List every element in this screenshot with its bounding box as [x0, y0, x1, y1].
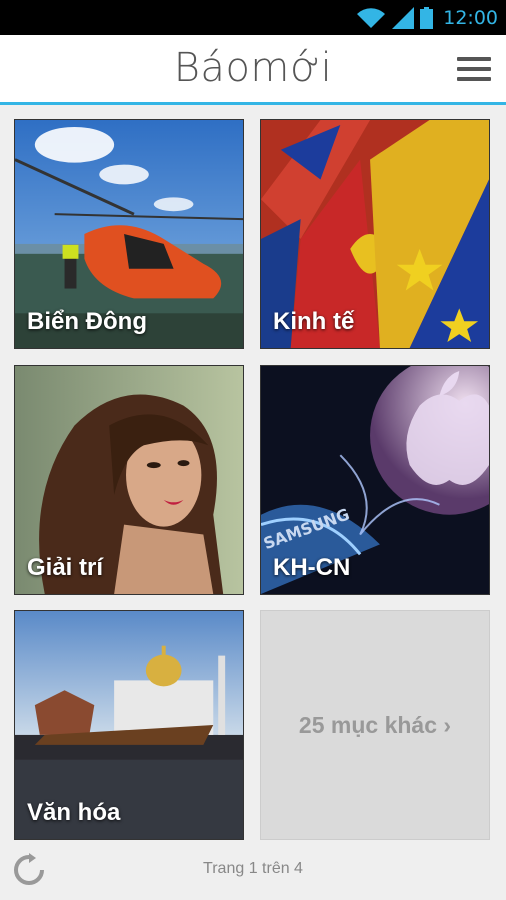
battery-icon [420, 6, 434, 29]
tile-label: Kinh tế [273, 308, 355, 335]
more-categories-label: 25 mục khác › [298, 711, 452, 738]
app-title: Báomới [173, 45, 333, 91]
menu-icon[interactable] [457, 57, 491, 81]
tile-label: Văn hóa [27, 799, 121, 826]
category-tile-kh-cn[interactable]: SAMSUNG KH-CN [260, 365, 490, 595]
status-bar: 12:00 [0, 0, 506, 35]
category-tile-bien-dong[interactable]: Biển Đông [14, 119, 244, 349]
category-tile-kinh-te[interactable]: Kinh tế [260, 119, 490, 349]
status-time: 12:00 [443, 6, 498, 29]
tile-label: Biển Đông [27, 308, 147, 335]
page-indicator: Trang 1 trên 4 [203, 860, 303, 877]
category-tile-van-hoa[interactable]: Văn hóa [14, 610, 244, 840]
app-header: Báomới [0, 35, 506, 105]
wifi-icon [357, 7, 386, 28]
signal-icon [392, 6, 415, 29]
tile-label: Giải trí [27, 554, 104, 581]
tile-label: KH-CN [273, 554, 351, 581]
more-categories-tile[interactable]: 25 mục khác › [260, 610, 490, 840]
category-tile-giai-tri[interactable]: Giải trí [14, 365, 244, 595]
footer: Trang 1 trên 4 [0, 845, 506, 900]
status-icons: 12:00 [356, 0, 498, 35]
